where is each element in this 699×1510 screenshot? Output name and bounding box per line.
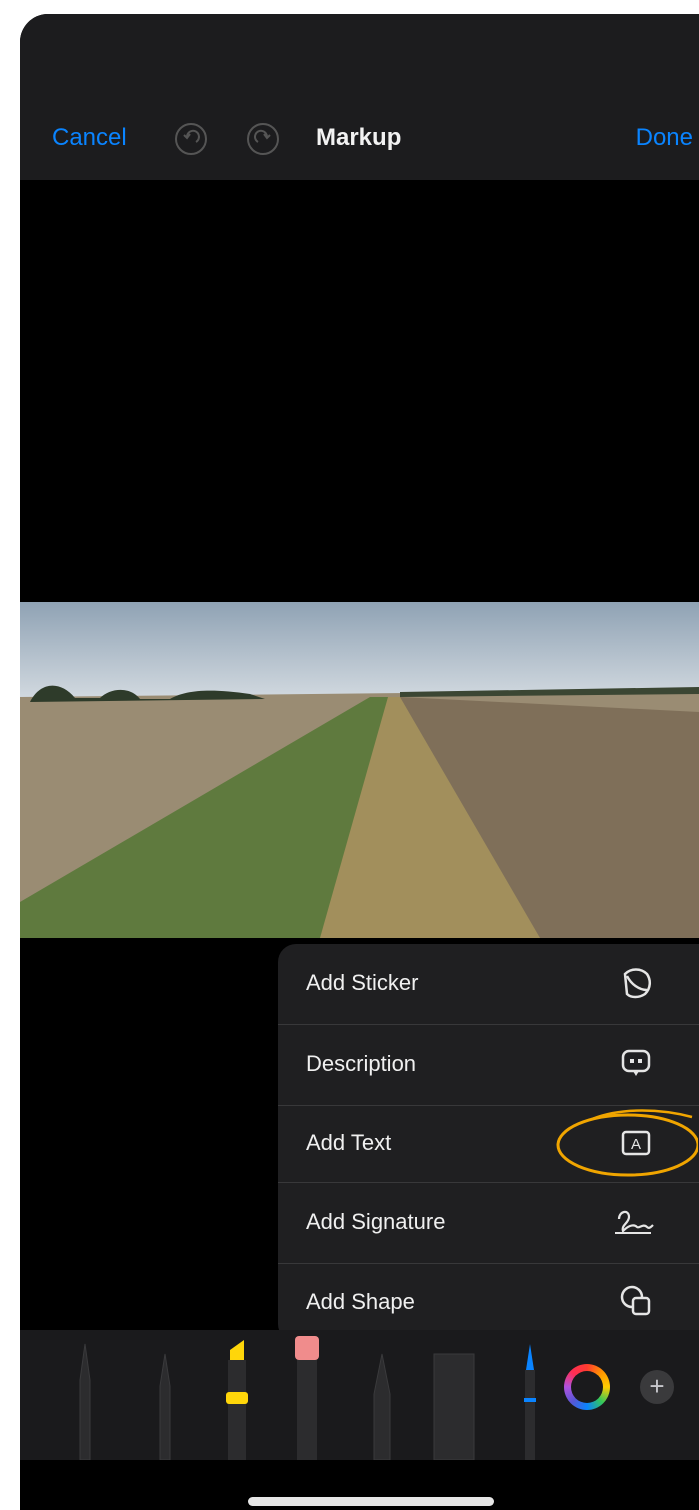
nav-bar: Cancel Markup Done (20, 110, 699, 170)
menu-item-description[interactable]: Description (278, 1025, 699, 1105)
undo-icon[interactable] (174, 122, 208, 156)
page-title: Markup (316, 124, 402, 151)
menu-item-label: Add Sticker (306, 970, 419, 995)
monoline-tool[interactable] (154, 1350, 176, 1461)
tool-palette: + (20, 1330, 699, 1461)
pencil-tool[interactable] (370, 1350, 394, 1461)
done-button[interactable]: Done (636, 124, 693, 152)
menu-item-label: Add Text (306, 1130, 392, 1155)
color-picker-inner (571, 1371, 603, 1403)
pen-tool[interactable] (74, 1340, 96, 1461)
ruler-tool[interactable] (432, 1350, 476, 1461)
menu-item-add-signature[interactable]: Add Signature (278, 1183, 699, 1263)
photo[interactable] (20, 602, 699, 938)
add-button[interactable]: + (640, 1370, 674, 1404)
menu-item-label: Description (306, 1051, 417, 1076)
signature-icon (611, 1201, 655, 1241)
redo-icon[interactable] (246, 122, 280, 156)
menu-item-label: Add Signature (306, 1209, 446, 1234)
color-picker-button[interactable] (564, 1364, 610, 1410)
fountain-pen-tool[interactable] (520, 1340, 540, 1460)
highlighter-tool[interactable] (220, 1330, 254, 1460)
speech-bubble-icon (617, 1045, 655, 1083)
sticker-icon (617, 964, 655, 1002)
shapes-icon (617, 1282, 655, 1320)
cancel-button[interactable]: Cancel (52, 124, 127, 152)
home-indicator[interactable] (248, 1497, 494, 1506)
annotation-circle (552, 1103, 699, 1181)
menu-item-add-sticker[interactable]: Add Sticker (278, 944, 699, 1024)
eraser-tool[interactable] (292, 1330, 322, 1460)
menu-item-label: Add Shape (306, 1289, 415, 1314)
